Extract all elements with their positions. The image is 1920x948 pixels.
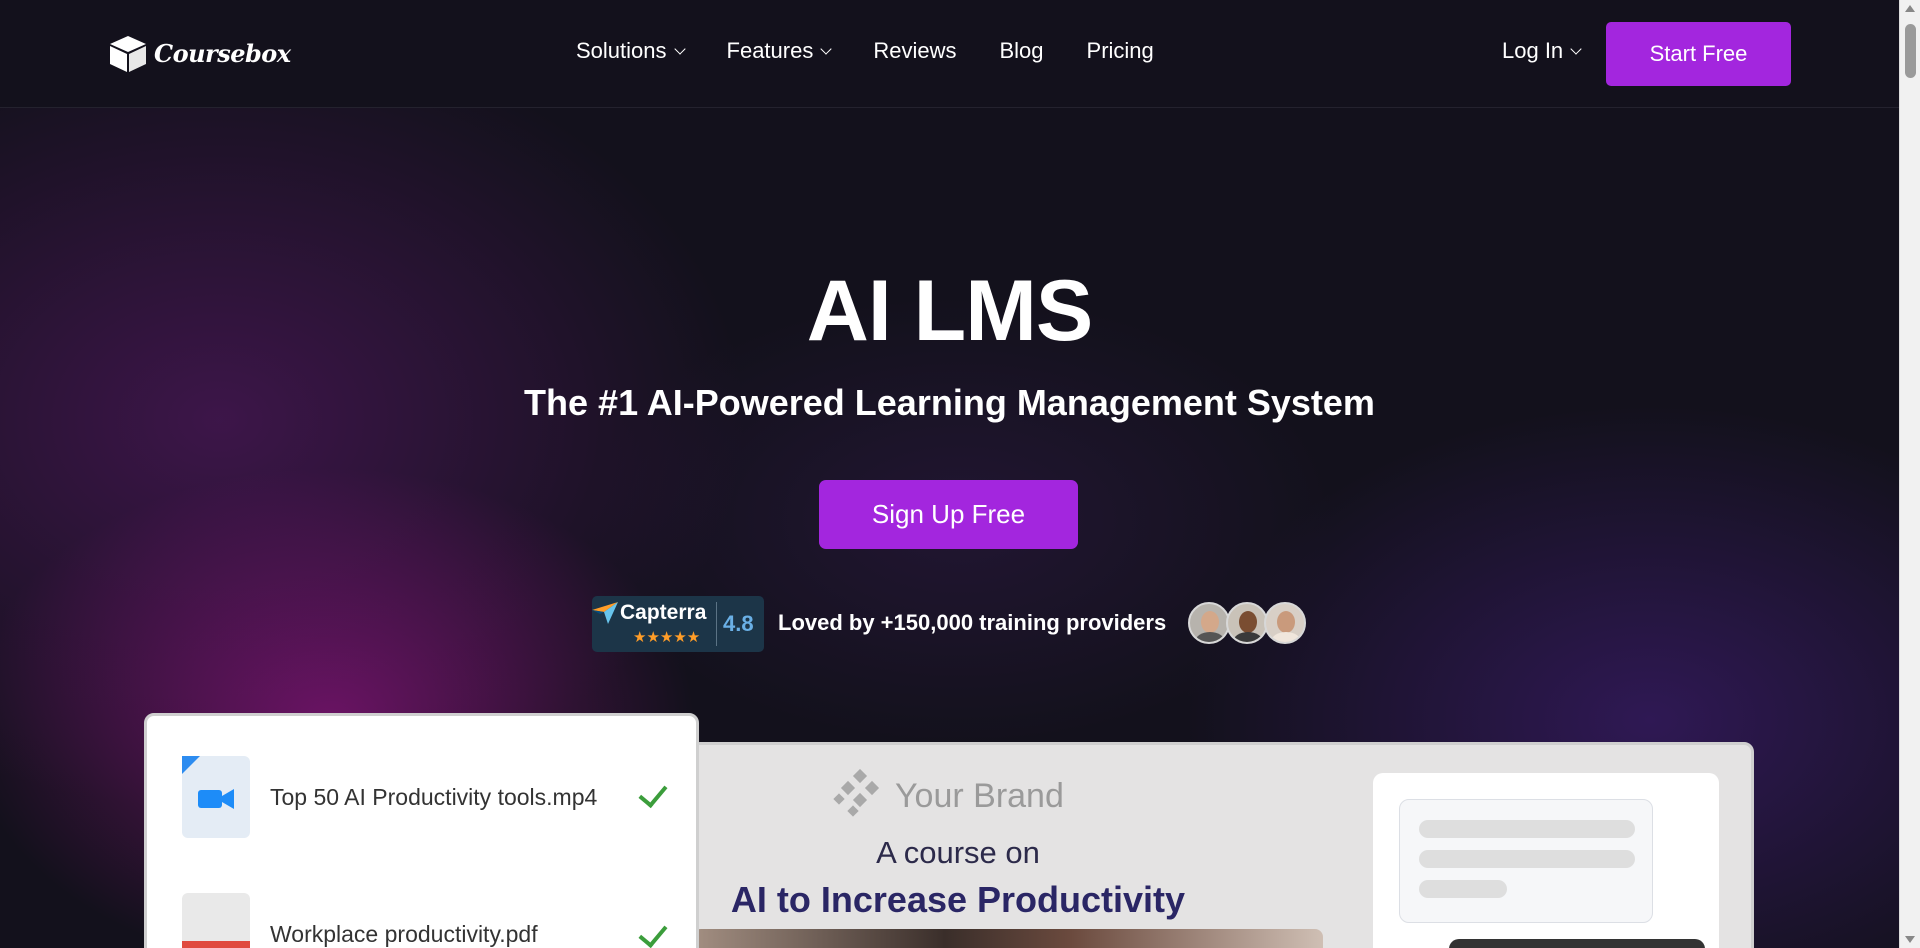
- placeholder-line: [1419, 880, 1507, 898]
- capterra-arrow-icon: [592, 602, 618, 624]
- course-image: [693, 929, 1323, 948]
- nav-blog[interactable]: Blog: [999, 38, 1043, 64]
- brand-logo: Your Brand: [833, 769, 1064, 823]
- brand-diamond-icon: [833, 769, 880, 817]
- scroll-thumb[interactable]: [1905, 24, 1916, 78]
- main-nav: Solutions Features Reviews Blog Pricing: [576, 38, 1197, 64]
- scroll-up-icon[interactable]: [1905, 5, 1915, 12]
- placeholder-line: [1419, 850, 1635, 868]
- hero-subtitle: The #1 AI-Powered Learning Management Sy…: [524, 382, 1375, 423]
- logo-text: Coursebox: [154, 38, 291, 68]
- side-panel: [1373, 773, 1719, 948]
- sign-up-free-button[interactable]: Sign Up Free: [819, 480, 1078, 549]
- file-item: Workplace productivity.pdf: [182, 893, 538, 948]
- box-logo-icon: [110, 36, 146, 72]
- nav-reviews[interactable]: Reviews: [873, 38, 956, 64]
- file-upload-card: Top 50 AI Productivity tools.mp4 Workpla…: [144, 713, 699, 948]
- check-icon: [638, 777, 668, 809]
- nav-label: Features: [726, 38, 814, 63]
- check-icon: [638, 917, 668, 948]
- coursebox-logo[interactable]: Coursebox: [106, 32, 291, 74]
- chevron-down-icon: [673, 42, 686, 55]
- scroll-down-icon[interactable]: [1905, 936, 1915, 943]
- file-name: Workplace productivity.pdf: [270, 920, 538, 947]
- placeholder-button: [1449, 939, 1705, 948]
- capterra-score: 4.8: [723, 611, 754, 636]
- nav-solutions[interactable]: Solutions: [576, 38, 686, 64]
- video-file-icon: [182, 756, 250, 838]
- nav-label: Pricing: [1086, 38, 1154, 63]
- placeholder-card: [1399, 799, 1653, 923]
- login-label: Log In: [1502, 38, 1564, 63]
- chevron-down-icon: [1570, 42, 1582, 55]
- course-title: AI to Increase Productivity: [730, 879, 1186, 920]
- capterra-badge[interactable]: Capterra ★★★★★ 4.8: [592, 596, 764, 652]
- nav-label: Blog: [999, 38, 1044, 63]
- avatar: [1226, 602, 1268, 644]
- start-free-button[interactable]: Start Free: [1606, 22, 1791, 86]
- social-proof-text: Loved by +150,000 training providers: [778, 610, 1167, 635]
- nav-label: Solutions: [576, 38, 667, 63]
- nav-label: Reviews: [873, 38, 957, 63]
- brand-text: Your Brand: [895, 776, 1064, 815]
- course-preview: Your Brand A course on AI to Increase Pr…: [690, 742, 1754, 948]
- site-header: Coursebox Solutions Features Reviews Blo…: [0, 0, 1899, 108]
- avatar: [1264, 602, 1306, 644]
- capterra-name: Capterra: [620, 601, 707, 624]
- hero-title: AI LMS: [806, 263, 1093, 359]
- page: Coursebox Solutions Features Reviews Blo…: [0, 0, 1899, 948]
- file-name: Top 50 AI Productivity tools.mp4: [270, 783, 598, 810]
- nav-pricing[interactable]: Pricing: [1087, 38, 1154, 64]
- file-item: Top 50 AI Productivity tools.mp4: [182, 756, 597, 838]
- avatar-group: [1188, 602, 1306, 644]
- avatar: [1188, 602, 1230, 644]
- nav-features[interactable]: Features: [726, 38, 833, 64]
- placeholder-line: [1419, 820, 1635, 838]
- divider: [716, 602, 717, 646]
- scrollbar[interactable]: [1899, 0, 1920, 948]
- chevron-down-icon: [820, 42, 833, 55]
- pdf-file-icon: [182, 893, 250, 948]
- course-intro: A course on: [876, 835, 1040, 870]
- login-menu[interactable]: Log In: [1502, 38, 1582, 64]
- rating-stars-icon: ★★★★★: [633, 629, 701, 646]
